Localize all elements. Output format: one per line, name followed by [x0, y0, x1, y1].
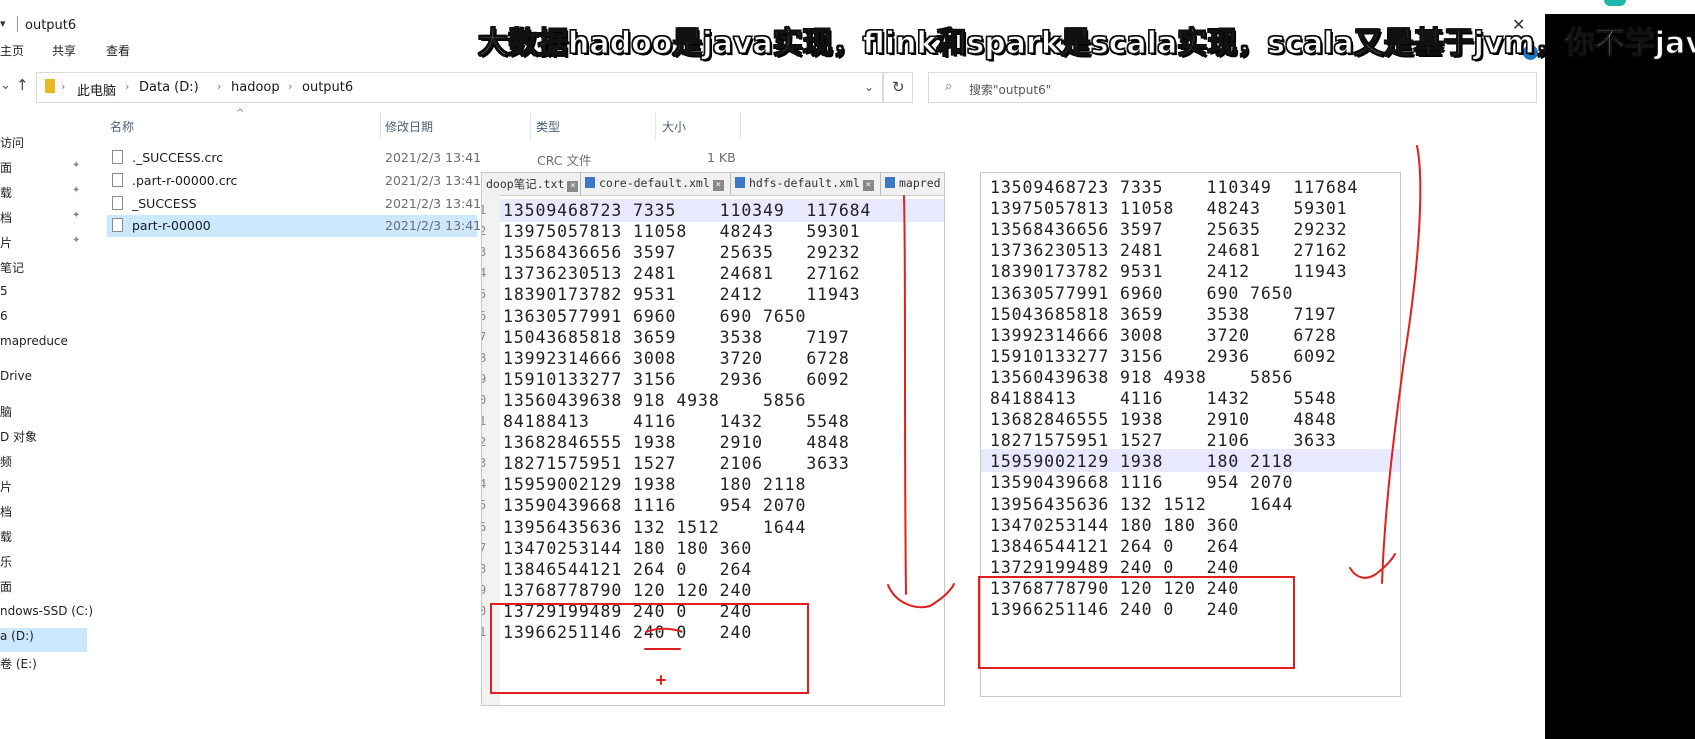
- video-subtitle: 大数据hadoo是java实现，flink和spark是scala实现，scal…: [477, 25, 1695, 61]
- video-side-panel: [1545, 14, 1695, 739]
- annotation-arrow-right: [1381, 145, 1422, 584]
- annotation-arrowhead-left: [887, 583, 955, 609]
- annotation-arrowhead-right: [1349, 553, 1396, 579]
- annotation-cross: [656, 675, 666, 685]
- status-dot: [1604, 0, 1626, 6]
- annotation-box-right: [978, 576, 1295, 669]
- annotation-mark: [645, 627, 681, 633]
- annotation-arrow-left: [903, 195, 907, 595]
- pen-annotations: [490, 145, 1422, 694]
